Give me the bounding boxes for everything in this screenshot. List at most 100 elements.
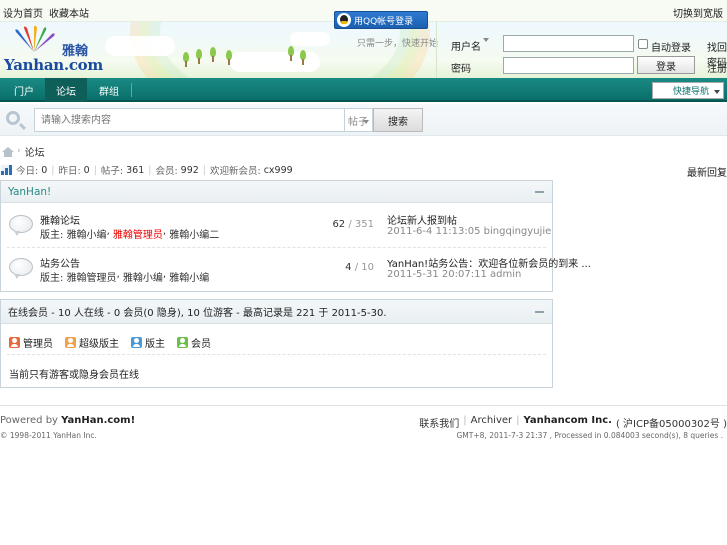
moderator-link[interactable]: 雅翰小编二 — [169, 226, 219, 241]
latest-replies-link[interactable]: 最新回复 — [687, 164, 727, 179]
newest-member-link[interactable]: cx999 — [264, 165, 293, 176]
stat-newest-label: 欢迎新会员: — [210, 166, 261, 177]
chevron-down-icon[interactable] — [483, 38, 489, 42]
nav-portal[interactable]: 门户 — [3, 78, 45, 102]
post-count: / 351 — [348, 219, 374, 230]
footer-separator: | — [516, 415, 520, 426]
collapse-icon[interactable] — [535, 311, 544, 313]
qq-penguin-icon — [337, 13, 351, 27]
powered-label: Powered by — [0, 415, 58, 426]
search-input[interactable] — [34, 108, 345, 132]
tree-decoration — [196, 49, 202, 64]
icp-link[interactable]: ( 沪ICP备05000302号 ) — [616, 415, 727, 430]
collapse-icon[interactable] — [535, 191, 544, 193]
auto-login-checkbox[interactable] — [638, 39, 648, 49]
last-post-meta: 2011-6-4 11:13:05 bingqingyujie — [387, 226, 552, 237]
tree-decoration — [300, 50, 306, 65]
online-members-box: 在线会员 - 10 人在线 - 0 会员(0 隐身), 10 位游客 - 最高记… — [0, 299, 553, 388]
footer-separator: | — [463, 415, 467, 426]
moderator-link[interactable]: 雅翰小编 — [67, 226, 107, 241]
login-form: 用户名 自动登录 找回密码 密码 登录 注册 — [436, 22, 727, 78]
forum-counts: 62 / 351 — [332, 219, 374, 230]
switch-width-link[interactable]: 切换到宽版 — [673, 5, 723, 20]
moderator-link[interactable]: 雅翰小编 — [123, 269, 163, 284]
stat-today-value: 0 — [41, 164, 48, 176]
qq-login-subtext: 只需一步，快速开始 — [357, 39, 439, 49]
home-icon[interactable] — [2, 146, 14, 157]
copyright: © 1998-2011 YanHan Inc. — [0, 431, 97, 440]
search-bar: 帖子 搜索 — [0, 104, 727, 136]
stat-members-label: 会员: — [155, 166, 178, 177]
stat-separator: | — [148, 164, 152, 176]
category-title[interactable]: YanHan! — [8, 186, 51, 198]
set-homepage-link[interactable]: 设为首页 — [3, 5, 43, 20]
member-type-legend: 管理员 超级版主 版主 会员 — [9, 335, 211, 350]
last-post-meta: 2011-5-31 20:07:11 admin — [387, 269, 522, 280]
bookmark-link[interactable]: 收藏本站 — [49, 5, 89, 20]
forum-row: 雅翰论坛 版主: 雅翰小编, 雅翰管理员, 雅翰小编二 62 / 351 论坛新… — [1, 205, 554, 247]
member-user-icon — [177, 337, 188, 348]
login-button[interactable]: 登录 — [637, 56, 695, 74]
tree-decoration — [210, 47, 216, 62]
forum-moderators: 版主: 雅翰管理员, 雅翰小编, 雅翰小编 — [40, 269, 210, 284]
password-label: 密码 — [451, 64, 471, 75]
stat-posts-label: 帖子: — [100, 166, 124, 177]
forum-row: 站务公告 版主: 雅翰管理员, 雅翰小编, 雅翰小编 4 / 10 YanHan… — [1, 248, 591, 290]
nav-forum[interactable]: 论坛 — [45, 78, 87, 102]
password-input[interactable] — [503, 57, 634, 74]
site-logo[interactable]: 雅翰 Yanhan.com — [4, 26, 104, 74]
username-input[interactable] — [503, 35, 634, 52]
contact-link[interactable]: 联系我们 — [419, 415, 459, 430]
forum-bubble-icon — [9, 215, 33, 236]
powered-by: Powered by YanHan.com! — [0, 415, 135, 426]
moderator-link[interactable]: 雅翰管理员 — [113, 226, 163, 241]
moderator-user-icon — [131, 337, 142, 348]
legend-item: 超级版主 — [65, 335, 119, 350]
legend-label: 会员 — [191, 339, 211, 350]
forum-category-box: YanHan! 雅翰论坛 版主: 雅翰小编, 雅翰管理员, 雅翰小编二 62 /… — [0, 180, 591, 292]
search-type-select[interactable]: 帖子 — [345, 108, 373, 132]
quick-nav-dropdown[interactable]: 快捷导航 — [652, 82, 724, 99]
qq-login-button[interactable]: 用QQ帐号登录 — [334, 11, 428, 29]
username-type-select[interactable]: 用户名 — [451, 38, 481, 53]
moderator-link[interactable]: 雅翰管理员 — [67, 269, 117, 284]
stat-yesterday-label: 昨日: — [58, 166, 81, 177]
last-post-title[interactable]: YanHan!站务公告：欢迎各位新会员的到来 ... — [387, 255, 591, 270]
stat-yesterday-value: 0 — [83, 164, 90, 176]
stat-separator: | — [93, 164, 97, 176]
thread-count: 4 — [345, 262, 352, 273]
tree-decoration — [183, 52, 189, 67]
admin-user-icon — [9, 337, 20, 348]
row-divider — [7, 354, 546, 355]
online-note: 当前只有游客或隐身会员在线 — [9, 370, 139, 381]
auto-login-label: 自动登录 — [651, 43, 691, 54]
nav-groups[interactable]: 群组 — [88, 78, 130, 102]
forum-counts: 4 / 10 — [345, 262, 374, 273]
forum-name[interactable]: 站务公告 — [40, 255, 80, 270]
company-link[interactable]: Yanhancom Inc. — [524, 415, 612, 430]
breadcrumb-current: 论坛 — [24, 147, 45, 159]
stat-members-value: 992 — [180, 164, 199, 176]
moderator-link[interactable]: 雅翰小编 — [169, 269, 209, 284]
search-button[interactable]: 搜索 — [373, 108, 423, 132]
forum-name[interactable]: 雅翰论坛 — [40, 212, 80, 227]
powered-brand-link[interactable]: YanHan.com! — [61, 415, 135, 426]
top-links-left: 设为首页 收藏本站 — [3, 5, 89, 20]
footer-divider — [0, 405, 727, 406]
category-header: YanHan! — [1, 181, 552, 203]
archiver-link[interactable]: Archiver — [471, 415, 513, 430]
forum-moderators: 版主: 雅翰小编, 雅翰管理员, 雅翰小编二 — [40, 226, 220, 241]
register-link[interactable]: 注册 — [707, 60, 727, 75]
tree-decoration — [288, 46, 294, 61]
bar-chart-icon — [1, 165, 12, 175]
forum-bubble-icon — [9, 258, 33, 279]
moderator-label: 版主: — [40, 230, 64, 241]
last-post-title[interactable]: 论坛新人报到帖 — [387, 212, 457, 227]
breadcrumb: › 论坛 — [0, 144, 45, 159]
online-title: 在线会员 - 10 人在线 - 0 会员(0 隐身), 10 位游客 - 最高记… — [8, 308, 387, 319]
legend-item: 管理员 — [9, 335, 53, 350]
nav-divider — [131, 83, 132, 97]
footer-links: 联系我们 | Archiver | Yanhancom Inc. ( 沪ICP备… — [419, 415, 727, 430]
forum-stats: 今日: 0 | 昨日: 0 | 帖子: 361 | 会员: 992 | 欢迎新会员: cx… — [0, 163, 727, 179]
legend-item: 版主 — [131, 335, 165, 350]
